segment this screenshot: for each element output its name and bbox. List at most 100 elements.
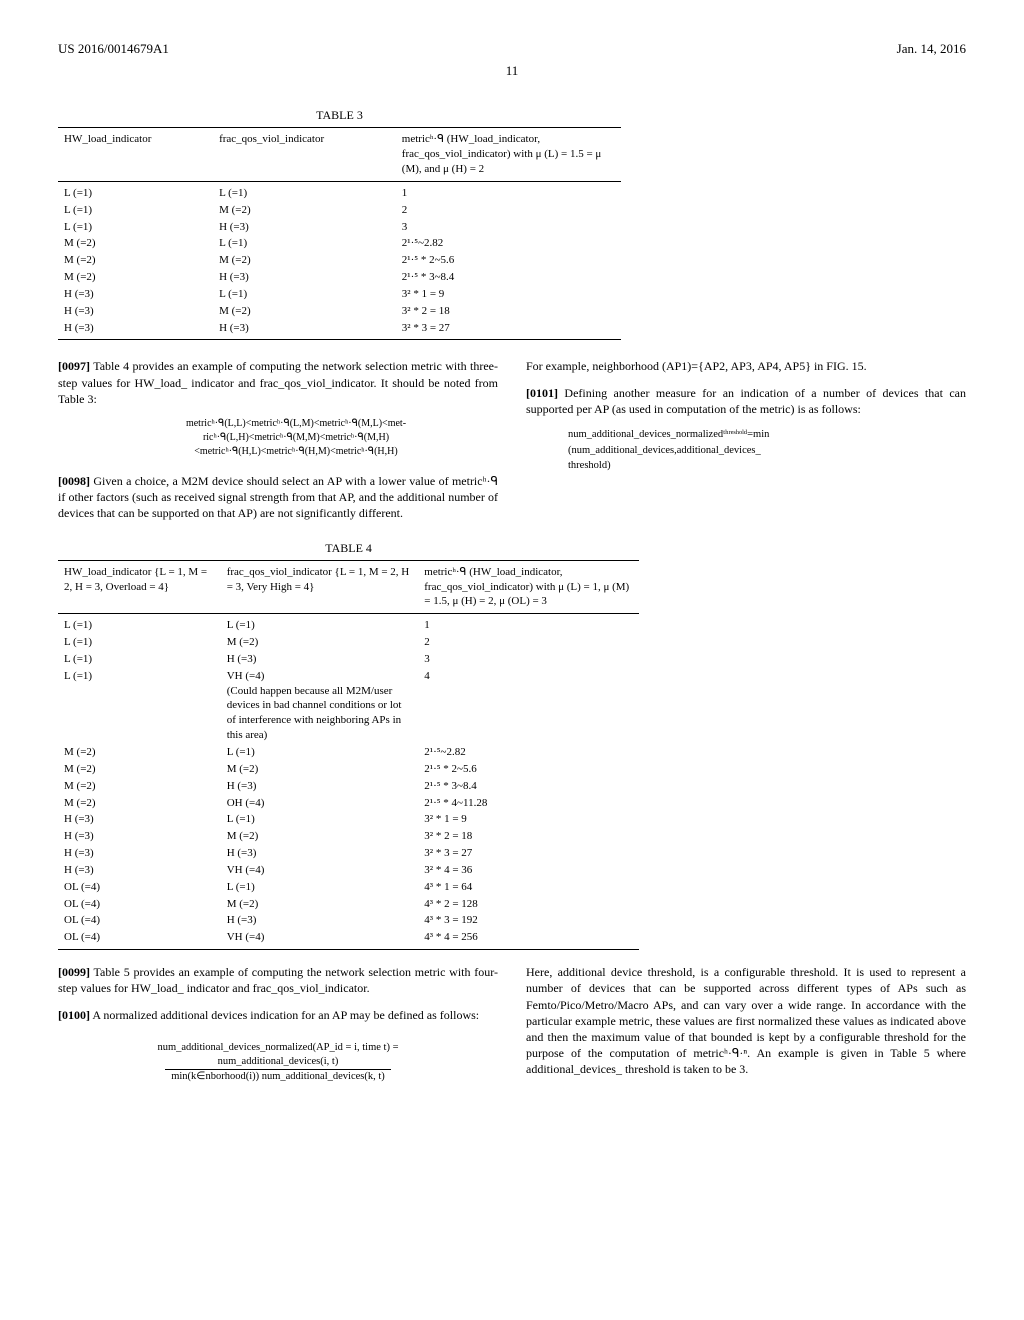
table-row: L (=1)VH (=4) (Could happen because all … bbox=[58, 668, 639, 744]
table-3-block: TABLE 3 HW_load_indicator frac_qos_viol_… bbox=[58, 107, 621, 340]
table-cell: OL (=4) bbox=[58, 912, 221, 929]
table-row: OL (=4)M (=2)4³ * 2 = 128 bbox=[58, 896, 639, 913]
table-cell: L (=1) bbox=[58, 181, 213, 201]
table-cell: L (=1) bbox=[58, 219, 213, 236]
table-cell: OL (=4) bbox=[58, 896, 221, 913]
table-cell: M (=2) bbox=[221, 896, 419, 913]
table-cell: H (=3) bbox=[58, 320, 213, 340]
table-cell: VH (=4) bbox=[221, 862, 419, 879]
table-4-caption: TABLE 4 bbox=[58, 540, 639, 556]
table-cell: H (=3) bbox=[58, 303, 213, 320]
table-cell: VH (=4) (Could happen because all M2M/us… bbox=[221, 668, 419, 744]
table-4-block: TABLE 4 HW_load_indicator {L = 1, M = 2,… bbox=[58, 540, 639, 951]
table-cell: M (=2) bbox=[213, 252, 396, 269]
formula-100-frac: num_additional_devices(i, t) min(k∈nborh… bbox=[165, 1055, 391, 1084]
para-101: [0101] Defining another measure for an i… bbox=[526, 385, 966, 417]
para-99: [0099] Table 5 provides an example of co… bbox=[58, 964, 498, 996]
table-row: L (=1)H (=3)3 bbox=[58, 219, 621, 236]
formula-101: num_additional_devices_normalizedᵗʰʳᵉˢʰᵒ… bbox=[568, 427, 966, 474]
table-cell: 2 bbox=[418, 634, 639, 651]
table-cell: H (=3) bbox=[58, 862, 221, 879]
table-4: HW_load_indicator {L = 1, M = 2, H = 3, … bbox=[58, 560, 639, 950]
table-cell: 2¹·⁵ * 2~5.6 bbox=[418, 761, 639, 778]
table-3-caption: TABLE 3 bbox=[58, 107, 621, 123]
mid-columns: [0097] Table 4 provides an example of co… bbox=[58, 358, 966, 531]
t3-head-c2: frac_qos_viol_indicator bbox=[213, 128, 396, 182]
formula-97: metricʰ·ᑫ(L,L)<metricʰ·ᑫ(L,M)<metricʰ·ᑫ(… bbox=[94, 417, 498, 459]
para-label: [0099] bbox=[58, 965, 90, 979]
formula-100: num_additional_devices_normalized(AP_id … bbox=[58, 1041, 498, 1085]
table-cell: H (=3) bbox=[213, 269, 396, 286]
table-row: M (=2)M (=2)2¹·⁵ * 2~5.6 bbox=[58, 252, 621, 269]
formula-100-num: num_additional_devices(i, t) bbox=[165, 1055, 391, 1070]
table-cell: M (=2) bbox=[58, 778, 221, 795]
table-cell: 1 bbox=[396, 181, 621, 201]
table-row: H (=3)VH (=4)3² * 4 = 36 bbox=[58, 862, 639, 879]
table-cell: L (=1) bbox=[58, 634, 221, 651]
table-cell: 2¹·⁵ * 4~11.28 bbox=[418, 795, 639, 812]
table-row: H (=3)L (=1)3² * 1 = 9 bbox=[58, 811, 639, 828]
table-cell: L (=1) bbox=[213, 235, 396, 252]
bottom-columns: [0099] Table 5 provides an example of co… bbox=[58, 964, 966, 1087]
t3-head-c3: metricʰ·ᑫ (HW_load_indicator, frac_qos_v… bbox=[396, 128, 621, 182]
table-cell: 2 bbox=[396, 202, 621, 219]
publication-date: Jan. 14, 2016 bbox=[897, 40, 966, 58]
table-cell: M (=2) bbox=[221, 761, 419, 778]
table-cell: 4³ * 1 = 64 bbox=[418, 879, 639, 896]
table-cell: 3² * 4 = 36 bbox=[418, 862, 639, 879]
table-row: L (=1)L (=1)1 bbox=[58, 181, 621, 201]
formula-100-lhs: num_additional_devices_normalized(AP_id … bbox=[58, 1041, 498, 1055]
table-cell: L (=1) bbox=[58, 614, 221, 634]
table-cell: 2¹·⁵~2.82 bbox=[396, 235, 621, 252]
table-row: H (=3)M (=2)3² * 2 = 18 bbox=[58, 303, 621, 320]
table-cell: OH (=4) bbox=[221, 795, 419, 812]
t3-head-c1: HW_load_indicator bbox=[58, 128, 213, 182]
para-label: [0098] bbox=[58, 474, 90, 488]
table-cell: M (=2) bbox=[58, 269, 213, 286]
table-cell: H (=3) bbox=[221, 651, 419, 668]
para-label: [0101] bbox=[526, 386, 558, 400]
para-97: [0097] Table 4 provides an example of co… bbox=[58, 358, 498, 407]
t4-head-c3: metricʰ·ᑫ (HW_load_indicator, frac_qos_v… bbox=[418, 560, 639, 614]
publication-number: US 2016/0014679A1 bbox=[58, 40, 169, 58]
right-col-mid: For example, neighborhood (AP1)={AP2, AP… bbox=[526, 358, 966, 531]
table-cell: M (=2) bbox=[58, 252, 213, 269]
para-text: A normalized additional devices indicati… bbox=[90, 1008, 479, 1022]
table-cell: 3² * 1 = 9 bbox=[396, 286, 621, 303]
table-cell: H (=3) bbox=[221, 845, 419, 862]
table-cell: L (=1) bbox=[58, 202, 213, 219]
table-row: M (=2)OH (=4)2¹·⁵ * 4~11.28 bbox=[58, 795, 639, 812]
right-example: For example, neighborhood (AP1)={AP2, AP… bbox=[526, 358, 966, 374]
table-cell: VH (=4) bbox=[221, 929, 419, 949]
para-text: Defining another measure for an indicati… bbox=[526, 386, 966, 416]
table-cell: L (=1) bbox=[221, 744, 419, 761]
table-row: H (=3)L (=1)3² * 1 = 9 bbox=[58, 286, 621, 303]
table-cell: H (=3) bbox=[221, 912, 419, 929]
table-row: M (=2)H (=3)2¹·⁵ * 3~8.4 bbox=[58, 778, 639, 795]
table-cell: OL (=4) bbox=[58, 929, 221, 949]
table-cell: H (=3) bbox=[58, 811, 221, 828]
table-cell: M (=2) bbox=[213, 202, 396, 219]
table-row: M (=2)H (=3)2¹·⁵ * 3~8.4 bbox=[58, 269, 621, 286]
table-cell: M (=2) bbox=[213, 303, 396, 320]
table-row: M (=2)L (=1)2¹·⁵~2.82 bbox=[58, 235, 621, 252]
table-row: L (=1)L (=1)1 bbox=[58, 614, 639, 634]
table-cell: M (=2) bbox=[58, 235, 213, 252]
para-text: Given a choice, a M2M device should sele… bbox=[58, 474, 498, 520]
page-number: 11 bbox=[58, 62, 966, 80]
para-label: [0100] bbox=[58, 1008, 90, 1022]
table-cell: L (=1) bbox=[58, 668, 221, 744]
table-cell: 2¹·⁵ * 3~8.4 bbox=[418, 778, 639, 795]
table-row: L (=1)M (=2)2 bbox=[58, 634, 639, 651]
table-cell: H (=3) bbox=[58, 845, 221, 862]
table-cell: M (=2) bbox=[221, 634, 419, 651]
t4-head-c2: frac_qos_viol_indicator {L = 1, M = 2, H… bbox=[221, 560, 419, 614]
table-cell: M (=2) bbox=[58, 744, 221, 761]
table-cell: 3² * 1 = 9 bbox=[418, 811, 639, 828]
left-col-bottom: [0099] Table 5 provides an example of co… bbox=[58, 964, 498, 1087]
table-cell: 1 bbox=[418, 614, 639, 634]
table-cell: 4 bbox=[418, 668, 639, 744]
table-cell: 3² * 3 = 27 bbox=[418, 845, 639, 862]
table-row: H (=3)H (=3)3² * 3 = 27 bbox=[58, 845, 639, 862]
table-row: OL (=4)VH (=4)4³ * 4 = 256 bbox=[58, 929, 639, 949]
